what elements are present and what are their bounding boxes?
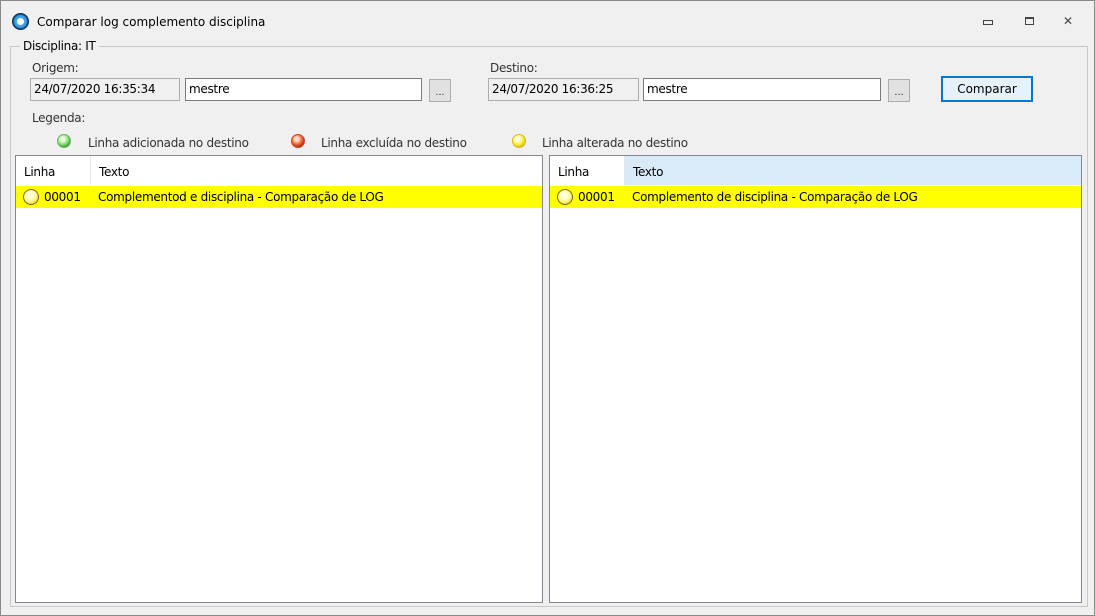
row-texto-cell: Complemento de disciplina - Comparação d… — [632, 190, 918, 204]
column-header-linha[interactable]: Linha — [16, 156, 89, 185]
app-logo-icon — [12, 13, 29, 30]
red-dot-icon — [291, 134, 305, 148]
row-linha-cell: 00001 — [578, 190, 615, 204]
close-icon: ✕ — [1062, 14, 1074, 28]
compare-log-window: Comparar log complemento disciplina ✕ Di… — [0, 0, 1095, 616]
maximize-button[interactable] — [1016, 11, 1042, 31]
legend-changed-label: Linha alterada no destino — [542, 136, 688, 150]
destino-date-field[interactable]: 24/07/2020 16:36:25 — [488, 78, 639, 101]
column-header-linha[interactable]: Linha — [550, 156, 623, 185]
minimize-icon — [983, 20, 993, 25]
destino-user-field[interactable]: mestre — [643, 78, 881, 101]
row-linha-cell: 00001 — [44, 190, 81, 204]
origin-lines-grid[interactable]: Linha Texto 00001 Complementod e discipl… — [15, 155, 543, 603]
yellow-dot-icon — [512, 134, 526, 148]
maximize-icon — [1024, 17, 1034, 25]
origem-user-field[interactable]: mestre — [185, 78, 422, 101]
close-button[interactable]: ✕ — [1055, 11, 1081, 31]
legend-deleted-label: Linha excluída no destino — [321, 136, 467, 150]
legenda-label: Legenda: — [32, 111, 86, 125]
green-dot-icon — [57, 134, 71, 148]
column-header-texto[interactable]: Texto — [91, 156, 541, 185]
origem-label: Origem: — [32, 61, 79, 75]
table-row[interactable]: 00001 Complementod e disciplina - Compar… — [16, 186, 542, 208]
row-texto-cell: Complementod e disciplina - Comparação d… — [98, 190, 384, 204]
window-title: Comparar log complemento disciplina — [37, 15, 266, 29]
compare-button[interactable]: Comparar — [941, 76, 1033, 102]
destino-browse-button[interactable]: ... — [888, 79, 910, 102]
table-row[interactable]: 00001 Complemento de disciplina - Compar… — [550, 186, 1081, 208]
discipline-group-label: Disciplina: IT — [20, 39, 99, 53]
title-bar[interactable]: Comparar log complemento disciplina ✕ — [1, 1, 1094, 35]
changed-line-icon — [557, 189, 573, 205]
minimize-button[interactable] — [975, 11, 1001, 31]
origem-date-field[interactable]: 24/07/2020 16:35:34 — [30, 78, 180, 101]
destination-lines-grid[interactable]: Linha Texto 00001 Complemento de discipl… — [549, 155, 1082, 603]
origem-browse-button[interactable]: ... — [429, 79, 451, 102]
legend-added-label: Linha adicionada no destino — [88, 136, 249, 150]
destino-label: Destino: — [490, 61, 538, 75]
changed-line-icon — [23, 189, 39, 205]
column-header-texto[interactable]: Texto — [625, 156, 1081, 185]
